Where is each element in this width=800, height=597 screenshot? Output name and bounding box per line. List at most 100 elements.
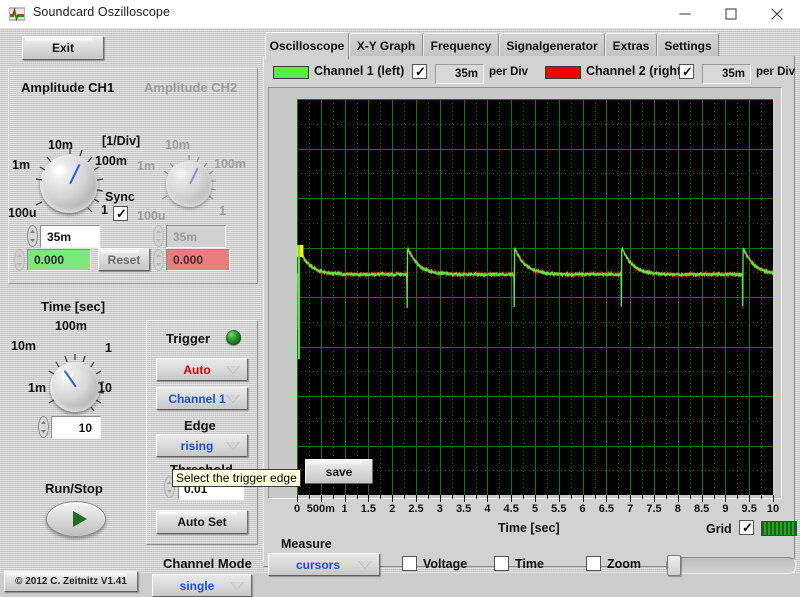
measure-time-checkbox[interactable]: ✓ (494, 556, 509, 571)
offset-ch2-value[interactable]: 0.000 (166, 249, 230, 271)
zoom-slider-track[interactable] (666, 557, 796, 574)
x-axis-tick (677, 495, 679, 502)
offset-ch1-value-text: 0.000 (34, 253, 65, 267)
time-tick-100m: 100m (55, 319, 87, 333)
tab-settings[interactable]: Settings (657, 33, 719, 58)
offset-ch2-spinner[interactable] (153, 249, 164, 271)
x-axis-tick (773, 495, 774, 502)
time-value-text: 10 (78, 420, 92, 435)
tab-signalgenerator[interactable]: Signalgenerator (499, 33, 605, 58)
amplitude-ch1-value-text: 35m (47, 229, 72, 244)
x-axis-minor-tick (737, 495, 739, 499)
channel-mode-dropdown[interactable]: single (152, 574, 252, 597)
channel-1-label: Channel 1 (left) (314, 64, 405, 78)
amplitude-ch1-knob-ticks (35, 148, 104, 213)
x-axis-minor-tick (380, 495, 382, 499)
auto-set-button[interactable]: Auto Set (156, 510, 248, 534)
grid-checkbox[interactable]: ✓ (739, 520, 754, 535)
amplitude-ch1-value[interactable]: 35m (40, 225, 100, 248)
ch1-value-spinner[interactable] (27, 225, 38, 247)
trigger-title: Trigger (166, 331, 211, 346)
application-window: Soundcard Oszilloscope Exit Amplitude CH… (0, 0, 800, 597)
channel-mode-value: single (179, 578, 215, 593)
x-axis-title: Time [sec] (498, 521, 560, 535)
x-axis-minor-tick (761, 495, 763, 499)
time-value-spinner[interactable] (38, 416, 49, 438)
x-axis-tick (439, 495, 441, 502)
chevron-down-icon (226, 365, 240, 374)
ch2-value-spinner[interactable] (153, 225, 164, 247)
trigger-edge-label: Edge (184, 418, 216, 433)
x-axis-tick (392, 495, 394, 502)
channel-2-perdiv-text: 35m (721, 68, 745, 80)
trigger-edge-dropdown[interactable]: rising (156, 434, 248, 457)
channel-2-enable-checkbox[interactable]: ✓ (679, 64, 694, 79)
x-axis-tick (749, 495, 751, 502)
trigger-led (226, 330, 241, 345)
x-axis-tick (606, 495, 608, 502)
trigger-mode-dropdown[interactable]: Auto (156, 358, 248, 381)
x-axis-tick (582, 495, 584, 502)
channel-1-color-swatch (273, 66, 309, 79)
x-axis-tick (344, 495, 346, 502)
tab-frequency[interactable]: Frequency (423, 33, 499, 58)
channel-1-enable-checkbox[interactable]: ✓ (412, 64, 427, 79)
run-stop-label: Run/Stop (45, 481, 103, 496)
x-axis-tick (463, 495, 465, 502)
tab-frequency-label: Frequency (430, 39, 492, 53)
x-axis-minor-tick (570, 495, 572, 499)
channel-2-perdiv-unit: per Div (756, 66, 795, 78)
offset-reset-button[interactable]: Reset (98, 248, 150, 271)
measure-zoom-checkbox[interactable]: ✓ (586, 556, 601, 571)
auto-set-label: Auto Set (177, 515, 227, 529)
tab-xy-graph[interactable]: X-Y Graph (349, 33, 423, 58)
x-axis-tick (725, 495, 727, 502)
exit-button[interactable]: Exit (22, 36, 104, 60)
amplitude-ch2-value[interactable]: 35m (166, 225, 226, 248)
sync-checkbox[interactable]: ✓ (113, 206, 128, 221)
play-icon (73, 511, 87, 527)
sync-label: Sync (105, 190, 135, 204)
trigger-mode-value: Auto (183, 362, 211, 377)
measure-voltage-label: Voltage (423, 557, 468, 571)
x-axis-tick (558, 495, 560, 502)
close-button[interactable] (754, 0, 800, 28)
maximize-button[interactable] (708, 0, 754, 28)
copyright-badge: © 2012 C. Zeitnitz V1.41 (4, 571, 138, 592)
measure-time-label: Time (515, 557, 544, 571)
tab-oscilloscope[interactable]: Oscilloscope (265, 32, 349, 60)
chevron-down-icon (358, 560, 372, 569)
x-axis-minor-tick (427, 495, 429, 499)
x-axis-tick (297, 495, 298, 502)
time-value[interactable]: 10 (51, 416, 101, 439)
grid-color-swatch[interactable] (761, 521, 797, 536)
x-axis-tick (630, 495, 632, 502)
x-axis-minor-tick (451, 495, 453, 499)
measure-title: Measure (281, 537, 332, 551)
offset-ch1-value[interactable]: 0.000 (27, 249, 91, 271)
trigger-edge-value: rising (180, 438, 214, 453)
channel-2-color-swatch (545, 66, 581, 79)
measure-mode-value: cursors (295, 557, 341, 572)
offset-ch2-value-text: 0.000 (173, 253, 204, 267)
tab-bar: Oscilloscope X-Y Graph Frequency Signalg… (263, 30, 793, 60)
x-axis-tick (487, 495, 489, 502)
save-button[interactable]: save (305, 459, 373, 484)
app-icon (8, 6, 26, 22)
offset-ch1-spinner[interactable] (14, 249, 25, 271)
x-axis-tick (320, 495, 322, 502)
trigger-source-dropdown[interactable]: Channel 1 (156, 387, 248, 410)
window-title: Soundcard Oszilloscope (33, 5, 170, 19)
channel-1-perdiv-unit: per Div (489, 66, 528, 78)
x-axis-tick (416, 495, 417, 502)
x-axis-minor-tick (308, 495, 310, 499)
tab-extras[interactable]: Extras (605, 33, 657, 58)
x-axis-tick (535, 495, 536, 502)
oscilloscope-plot[interactable] (297, 99, 773, 495)
x-axis: 0 500m 1 1.5 2 2.5 3 3.5 4 4.5 5 5.5 6 6.5 7 7.5 8 8.5 9 9.… (294, 495, 779, 521)
measure-zoom-label: Zoom (607, 557, 642, 571)
run-stop-button[interactable] (46, 501, 106, 537)
minimize-button[interactable] (662, 0, 708, 28)
measure-voltage-checkbox[interactable]: ✓ (402, 556, 417, 571)
copyright-text: © 2012 C. Zeitnitz V1.41 (15, 576, 127, 587)
